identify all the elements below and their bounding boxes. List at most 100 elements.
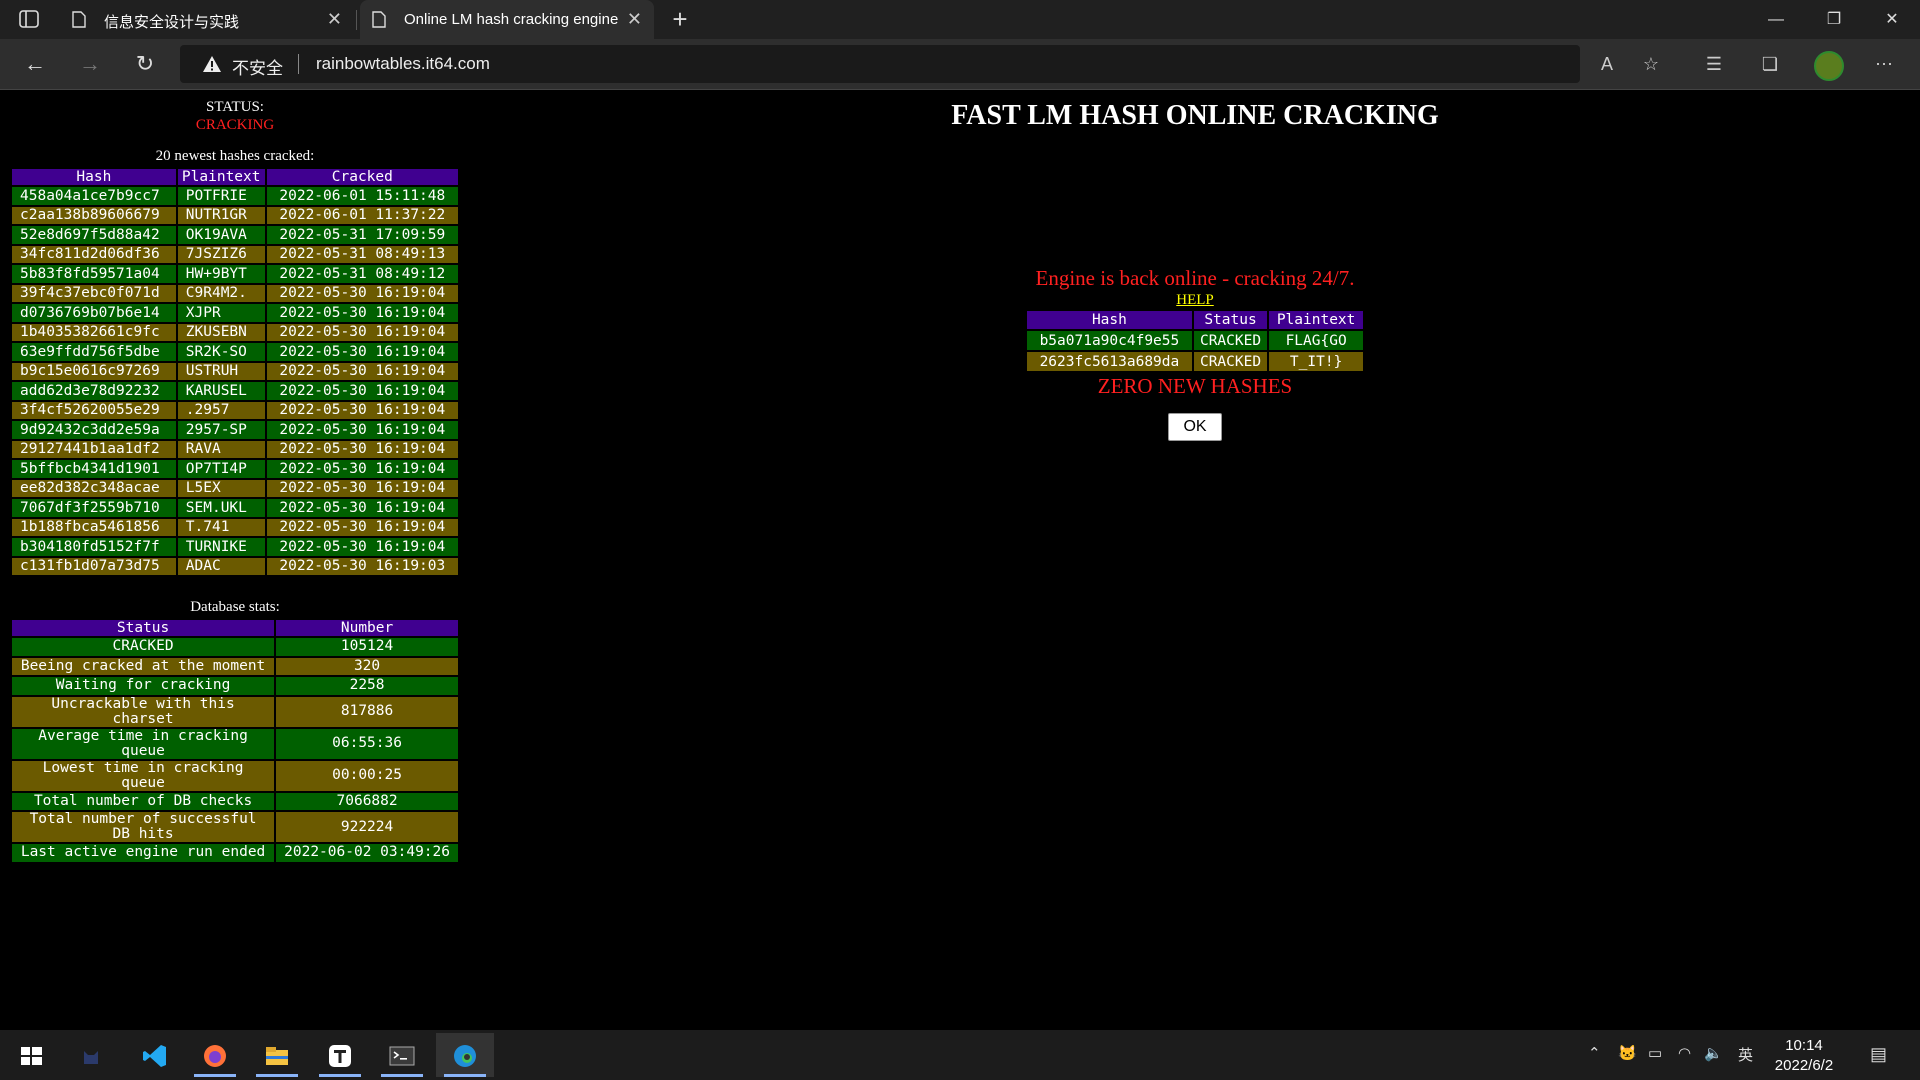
close-window-button[interactable]: ✕ — [1863, 0, 1920, 39]
plaintext-cell: SR2K-SO — [177, 343, 265, 361]
table-row: Uncrackable with this charset 817886 — [12, 696, 458, 727]
cracked-time-cell: 2022-05-30 16:19:04 — [266, 401, 458, 419]
recent-caption: 20 newest hashes cracked: — [155, 148, 315, 164]
taskbar-terminal[interactable] — [373, 1033, 431, 1077]
table-row: 39f4c37ebc0f071d C9R4M2. 2022-05-30 16:19:… — [12, 284, 458, 302]
ok-button[interactable]: OK — [1168, 413, 1222, 441]
profile-avatar[interactable] — [1814, 51, 1844, 81]
cracked-time-cell: 2022-05-31 08:49:12 — [266, 265, 458, 283]
table-row: 63e9ffdd756f5dbe SR2K-SO 2022-05-30 16:19:… — [12, 343, 458, 361]
recent-hashes-table: Hash Plaintext Cracked 458a04a1ce7b9cc7 P… — [10, 167, 460, 577]
tab-divider — [356, 10, 357, 30]
favorites-icon[interactable]: ☰ — [1699, 49, 1729, 79]
table-row: c131fb1d07a73d75 ADAC 2022-05-30 16:19:03 — [12, 557, 458, 575]
taskbar-firefox[interactable] — [186, 1033, 244, 1077]
add-favorite-icon[interactable]: ☆ — [1636, 49, 1666, 79]
edge-icon — [454, 1045, 476, 1067]
column-header: Plaintext — [177, 169, 265, 185]
read-aloud-icon[interactable]: A — [1592, 49, 1622, 79]
plaintext-cell: ZKUSEBN — [177, 323, 265, 341]
plaintext-cell: T_IT!} — [1269, 352, 1363, 371]
hash-cell: 7067df3f2559b710 — [12, 499, 176, 517]
clock[interactable]: 10:14 2022/6/2 — [1760, 1036, 1848, 1076]
plaintext-cell: KARUSEL — [177, 382, 265, 400]
battery-icon[interactable]: ▭ — [1648, 1044, 1662, 1062]
more-menu-icon[interactable]: ⋯ — [1869, 49, 1899, 79]
back-button[interactable]: ← — [20, 49, 50, 79]
forward-button[interactable]: → — [75, 49, 105, 79]
status-cell: CRACKED — [1193, 331, 1268, 350]
stat-label-cell: Waiting for cracking — [12, 677, 275, 695]
insecure-label[interactable]: 不安全 — [232, 54, 283, 79]
hash-cell: c2aa138b89606679 — [12, 206, 176, 224]
cracked-time-cell: 2022-05-30 16:19:04 — [266, 343, 458, 361]
taskbar-explorer[interactable] — [248, 1033, 306, 1077]
table-row: 34fc811d2d06df36 7JSZIZ6 2022-05-31 08:49:… — [12, 245, 458, 263]
stat-value-cell: 105124 — [276, 638, 458, 656]
column-header: Status — [1193, 311, 1268, 329]
close-icon[interactable]: ✕ — [627, 9, 642, 30]
page-content: STATUS: CRACKING 20 newest hashes cracke… — [0, 90, 1920, 1030]
stat-label-cell: CRACKED — [12, 638, 275, 656]
start-button[interactable] — [2, 1033, 60, 1077]
terminal-icon — [389, 1046, 415, 1066]
table-row: 2623fc5613a689da CRACKED T_IT!} — [1027, 352, 1363, 371]
table-row: ee82d382c348acae L5EX 2022-05-30 16:19:04 — [12, 479, 458, 497]
tab-title: Online LM hash cracking engine — [404, 11, 619, 28]
taskbar-cat-app[interactable] — [62, 1033, 120, 1077]
wifi-icon[interactable]: ◠ — [1678, 1044, 1691, 1062]
tab-lm-hash[interactable]: Online LM hash cracking engine ✕ — [360, 0, 654, 39]
taskbar-typora[interactable] — [311, 1033, 369, 1077]
refresh-button[interactable]: ↻ — [130, 49, 160, 79]
page-title: FAST LM HASH ONLINE CRACKING — [951, 100, 1439, 131]
plaintext-cell: .2957 — [177, 401, 265, 419]
taskbar-edge[interactable] — [436, 1033, 494, 1077]
hash-cell: 39f4c37ebc0f071d — [12, 284, 176, 302]
table-row: Lowest time in cracking queue 00:00:25 — [12, 760, 458, 791]
plaintext-cell: XJPR — [177, 304, 265, 322]
ime-indicator[interactable]: 英 — [1738, 1044, 1753, 1065]
stat-label-cell: Average time in cracking queue — [12, 728, 275, 759]
tab-infosec[interactable]: 信息安全设计与实践 ✕ — [60, 0, 354, 39]
notification-icon[interactable]: ▤ — [1870, 1044, 1887, 1065]
cracked-time-cell: 2022-05-30 16:19:04 — [266, 518, 458, 536]
plaintext-cell: POTFRIE — [177, 187, 265, 205]
url-text[interactable]: rainbowtables.it64.com — [316, 54, 490, 74]
table-row: 458a04a1ce7b9cc7 POTFRIE 2022-06-01 15:11:… — [12, 187, 458, 205]
hash-cell: 1b4035382661c9fc — [12, 323, 176, 341]
plaintext-cell: USTRUH — [177, 362, 265, 380]
volume-icon[interactable]: 🔈 — [1704, 1044, 1723, 1062]
table-row: 9d92432c3dd2e59a 2957-SP 2022-05-30 16:19:… — [12, 421, 458, 439]
plaintext-cell: NUTR1GR — [177, 206, 265, 224]
close-icon[interactable]: ✕ — [327, 9, 342, 30]
address-bar[interactable]: 不安全 rainbowtables.it64.com — [180, 45, 1580, 83]
hash-cell: 52e8d697f5d88a42 — [12, 226, 176, 244]
restore-button[interactable]: ❐ — [1805, 0, 1863, 39]
stats-table-body: CRACKED 105124 Beeing cracked at the momen… — [12, 638, 458, 862]
taskbar-vscode[interactable] — [126, 1033, 184, 1077]
table-row: d0736769b07b6e14 XJPR 2022-05-30 16:19:04 — [12, 304, 458, 322]
browser-tab-bar: 信息安全设计与实践 ✕ Online LM hash cracking engi… — [0, 0, 1920, 39]
table-header-row: Hash Plaintext Cracked — [12, 169, 458, 185]
column-header: Hash — [1027, 311, 1192, 329]
new-tab-button[interactable]: + — [666, 4, 694, 34]
firefox-icon — [204, 1045, 226, 1067]
stat-label-cell: Beeing cracked at the moment — [12, 657, 275, 675]
table-row: b5a071a90c4f9e55 CRACKED FLAG{GO — [1027, 331, 1363, 350]
cracked-time-cell: 2022-06-01 11:37:22 — [266, 206, 458, 224]
cat-tray-icon[interactable]: 🐱 — [1618, 1044, 1637, 1062]
stat-label-cell: Total number of DB checks — [12, 792, 275, 810]
running-indicator — [256, 1074, 298, 1077]
warning-icon — [202, 54, 222, 74]
help-link[interactable]: HELP — [1176, 292, 1214, 309]
hash-cell: 5b83f8fd59571a04 — [12, 265, 176, 283]
collections-icon[interactable]: ❏ — [1755, 49, 1785, 79]
minimize-button[interactable]: — — [1747, 0, 1805, 39]
table-row: CRACKED 105124 — [12, 638, 458, 656]
show-hidden-icons[interactable]: ⌃ — [1588, 1044, 1601, 1062]
hash-cell: 29127441b1aa1df2 — [12, 440, 176, 458]
running-indicator — [194, 1074, 236, 1077]
hash-cell: 3f4cf52620055e29 — [12, 401, 176, 419]
table-row: Last active engine run ended 2022-06-02 0… — [12, 844, 458, 862]
tab-actions-icon[interactable] — [18, 9, 40, 29]
